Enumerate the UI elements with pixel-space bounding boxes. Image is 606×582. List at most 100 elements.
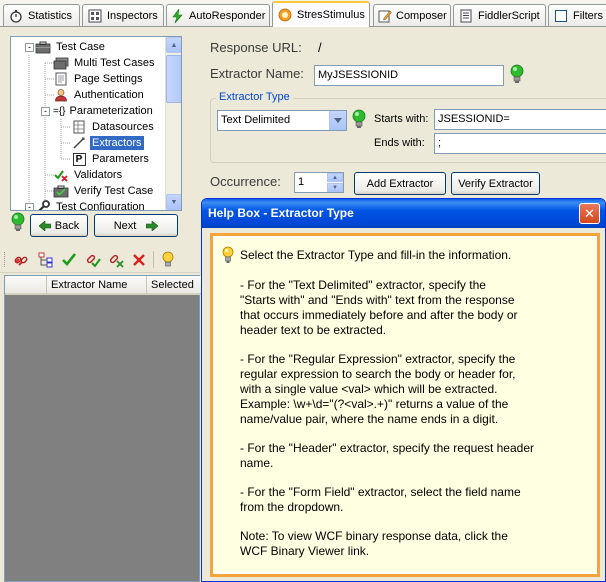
tree-item-test-configuration[interactable]: Test Configuration (35, 199, 147, 211)
scroll-down-arrow-icon[interactable]: ▼ (166, 194, 181, 210)
help-text-line: header text to be extracted. (240, 323, 387, 337)
occurrence-stepper[interactable]: 1 ▲ ▼ (294, 172, 344, 193)
extractor-type-group-label: Extractor Type (216, 91, 293, 103)
inspect-icon (87, 8, 103, 24)
link-icon[interactable] (12, 251, 30, 269)
next-label: Next (113, 219, 137, 232)
verify-extractor-button[interactable]: Verify Extractor (451, 172, 540, 195)
back-arrow-icon (38, 220, 51, 231)
p-glyph: P (72, 152, 86, 166)
add-extractor-button[interactable]: Add Extractor (354, 172, 446, 195)
occurrence-label: Occurrence: (210, 174, 281, 189)
help-box-frame: Select the Extractor Type and fill-in th… (210, 233, 600, 577)
link-check-icon[interactable] (84, 251, 102, 269)
grid-column-header[interactable]: Selected (147, 276, 201, 294)
tab-statistics[interactable]: Statistics (3, 4, 80, 26)
link-cross-icon[interactable] (107, 251, 125, 269)
tab-stresstimulus[interactable]: StresStimulus (272, 1, 370, 27)
lightbulb-icon[interactable] (159, 251, 177, 269)
extractor-toolbar (0, 245, 200, 273)
scroll-thumb[interactable] (166, 55, 181, 103)
help-text-line: - For the "Text Delimited" extractor, sp… (240, 278, 486, 292)
help-bulb-icon[interactable] (352, 109, 366, 131)
toolbar-separator (153, 251, 154, 268)
tree-item-label: Verify Test Case (74, 185, 154, 197)
back-button[interactable]: Back (30, 214, 88, 237)
help-box-title-bar[interactable]: Help Box - Extractor Type (202, 199, 605, 228)
wrench-icon (35, 200, 51, 210)
tree-item-multi-test-cases[interactable]: Multi Test Cases (53, 55, 157, 71)
help-text-line: name/value pair, where the name ends in … (240, 412, 499, 426)
delete-icon[interactable] (130, 251, 148, 269)
checkbox-icon (553, 8, 569, 24)
tree-structure-icon[interactable] (37, 251, 55, 269)
tab-composer[interactable]: Composer (373, 4, 451, 26)
tree-item-page-settings[interactable]: Page Settings (53, 71, 145, 87)
tab-label: StresStimulus (297, 9, 365, 21)
braces-icon: ={} (53, 105, 66, 117)
grid-column-header[interactable]: Extractor Name (47, 276, 147, 294)
briefcase-icon (35, 40, 51, 54)
tree-item-label: Validators (74, 169, 123, 181)
tree-item-validators[interactable]: Validators (53, 167, 124, 183)
extractor-name-label: Extractor Name: (210, 66, 304, 81)
expand-toggle[interactable]: - (25, 43, 34, 52)
ends-with-label: Ends with: (374, 137, 425, 149)
help-bulb-icon[interactable] (510, 64, 524, 86)
tree-item-authentication[interactable]: Authentication (53, 87, 146, 103)
lightning-icon (171, 8, 185, 24)
help-box-title: Help Box - Extractor Type (208, 206, 354, 220)
scroll-up-arrow-icon[interactable]: ▲ (166, 37, 181, 53)
checkmark-icon[interactable] (60, 251, 78, 269)
tree-item-label: Test Configuration (56, 201, 145, 211)
script-icon (458, 8, 474, 24)
expand-toggle[interactable]: - (41, 107, 50, 116)
check-cross-icon (53, 168, 69, 182)
tab-fiddlerscript[interactable]: FiddlerScript (453, 4, 546, 26)
help-text-line: name. (240, 456, 274, 470)
extractor-name-input[interactable]: MyJSESSIONID (314, 65, 504, 86)
briefcase-multi-icon (53, 56, 69, 70)
extractor-type-value: Text Delimited (221, 114, 291, 126)
help-bulb-icon[interactable] (11, 212, 25, 234)
tab-autoresponder[interactable]: AutoResponder (166, 4, 270, 26)
toolbar-grip[interactable] (4, 252, 7, 267)
tree-item-verify-test-case[interactable]: Verify Test Case (53, 183, 155, 199)
help-text-line: that occurs immediately before and after… (240, 308, 518, 322)
grid-row-header-column[interactable] (5, 276, 47, 294)
help-text-line: WCF Binary Viewer link. (240, 544, 370, 558)
help-text-line: Example: \w+\d="(?<val>.+)" returns a va… (240, 397, 509, 411)
starts-with-input[interactable]: JSESSIONID= (434, 109, 606, 130)
stepper-up-icon[interactable]: ▲ (327, 173, 343, 182)
help-text-line: "Starts with" and "Ends with" text from … (240, 293, 515, 307)
occurrence-value: 1 (298, 176, 305, 188)
help-text-line: Select the Extractor Type and fill-in th… (240, 248, 512, 262)
dropdown-arrow-icon[interactable] (329, 111, 346, 130)
stepper-down-icon[interactable]: ▼ (327, 183, 343, 192)
back-label: Back (54, 219, 80, 232)
response-url-value: / (318, 40, 322, 55)
tab-inspectors[interactable]: Inspectors (82, 4, 164, 26)
extractor-type-select[interactable]: Text Delimited (217, 110, 347, 131)
help-box-content: Select the Extractor Type and fill-in th… (215, 238, 595, 572)
expand-toggle[interactable]: - (25, 203, 34, 210)
composer-icon (378, 8, 392, 24)
tree-item-test-case[interactable]: Test Case (35, 39, 107, 55)
extractor-grid[interactable]: Extractor Name Selected (4, 275, 201, 582)
tab-label: Filters (573, 9, 603, 22)
tree-item-parameterization[interactable]: ={} Parameterization (53, 103, 155, 119)
tree-item-label: Parameterization (69, 105, 153, 117)
close-icon[interactable]: ✕ (579, 203, 600, 224)
briefcase-check-icon (53, 184, 69, 198)
stopwatch-icon (8, 8, 24, 24)
tree-scrollbar[interactable]: ▲ ▼ (165, 37, 181, 210)
navigation-tree[interactable]: - - - Test Case Multi Test Cases Page Se… (10, 36, 182, 211)
tree-item-label: Multi Test Cases (74, 57, 155, 69)
tab-filters[interactable]: Filters (548, 4, 606, 26)
tree-item-parameters[interactable]: P Parameters (71, 151, 151, 167)
user-icon (53, 88, 69, 102)
ends-with-input[interactable]: ; (434, 133, 606, 154)
tree-item-datasources[interactable]: Datasources (71, 119, 156, 135)
tree-item-extractors[interactable]: Extractors (71, 135, 144, 151)
next-button[interactable]: Next (94, 214, 178, 237)
